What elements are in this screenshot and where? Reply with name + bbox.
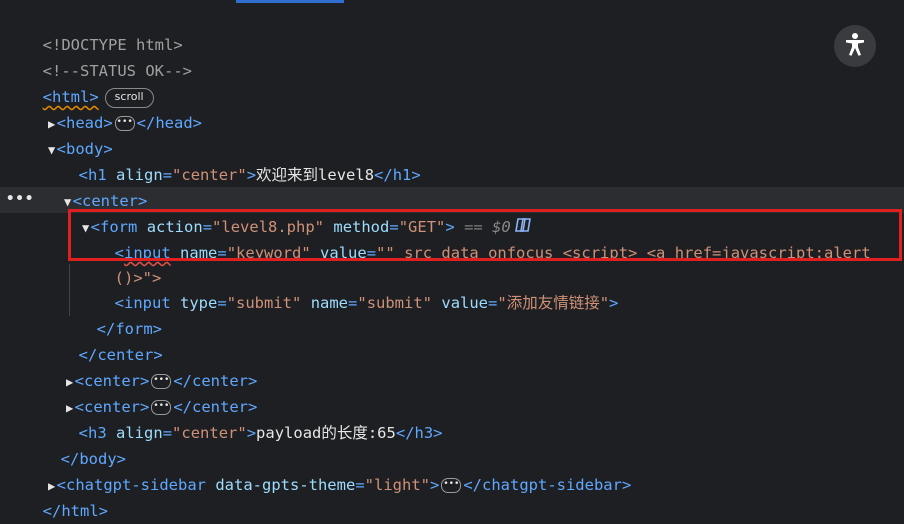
html-open-line[interactable]: <html> scroll xyxy=(24,58,154,108)
form-close-line[interactable]: </form> xyxy=(78,290,162,338)
head-line[interactable]: ▶<head> ••• </head> xyxy=(28,84,202,132)
head-close-tag: </head> xyxy=(136,114,202,132)
h1-gt: > xyxy=(246,166,257,184)
html-close-tag: </html> xyxy=(42,502,108,520)
h3-gt: > xyxy=(246,424,257,442)
input2-type-value: "submit" xyxy=(226,294,302,312)
center-close-line[interactable]: </center> xyxy=(60,316,163,364)
input-submit-line[interactable]: <input type="submit" name="submit" value… xyxy=(96,264,619,312)
accessibility-person-icon xyxy=(842,31,868,61)
center-collapsed-line-2[interactable]: ▶<center> ••• </center> xyxy=(46,368,257,416)
html-close-line[interactable]: </html> xyxy=(24,472,108,520)
sidebar-gt: > xyxy=(429,476,440,494)
h1-text: 欢迎来到level8 xyxy=(256,166,375,184)
accessibility-button[interactable] xyxy=(834,25,876,67)
indent-guide xyxy=(69,264,70,316)
h3-align-value: "center" xyxy=(172,424,247,442)
h3-line[interactable]: <h3 align="center">payload的长度:65</h3> xyxy=(60,394,443,442)
chatgpt-sidebar-line[interactable]: ▶<chatgpt-sidebar data-gpts-theme="light… xyxy=(28,446,631,494)
input2-value-value: "添加友情链接" xyxy=(497,294,610,312)
doctype-line[interactable]: <!DOCTYPE html> xyxy=(24,6,183,54)
center-collapsed-line-1[interactable]: ▶<center> ••• </center> xyxy=(46,342,257,390)
top-accent-bar xyxy=(236,0,344,3)
input2-name-value: "submit" xyxy=(357,294,433,312)
h3-text: payload的长度:65 xyxy=(256,424,396,442)
row-options-button[interactable]: ••• xyxy=(6,187,34,213)
input2-type-attr: type xyxy=(180,294,218,312)
comment-line[interactable]: <!--STATUS OK--> xyxy=(24,32,192,80)
collapse-triangle-icon[interactable]: ▼ xyxy=(47,137,57,163)
body-close-line[interactable]: </body> xyxy=(42,420,126,468)
highlight-box xyxy=(68,209,902,261)
input2-name-attr: name xyxy=(310,294,349,312)
h3-close-tag: </h3> xyxy=(395,424,443,442)
sidebar-theme-attr: data-gpts-theme xyxy=(215,476,356,494)
h1-close-tag: </h1> xyxy=(374,166,421,184)
input2-value-attr: value xyxy=(441,294,489,312)
sidebar-close-tag: </chatgpt-sidebar> xyxy=(463,476,632,494)
center-open-line[interactable]: ▼<center> xyxy=(44,162,147,210)
ellipsis-badge[interactable]: ••• xyxy=(114,116,135,131)
body-open-line[interactable]: ▼<body> xyxy=(28,110,113,158)
h1-align-value: "center" xyxy=(172,166,247,184)
ellipsis-badge[interactable]: ••• xyxy=(441,478,462,493)
h1-line[interactable]: <h1 align="center">欢迎来到level8</h1> xyxy=(60,136,421,184)
sidebar-theme-value: "light" xyxy=(364,476,430,494)
input2-gt: > xyxy=(609,294,619,312)
